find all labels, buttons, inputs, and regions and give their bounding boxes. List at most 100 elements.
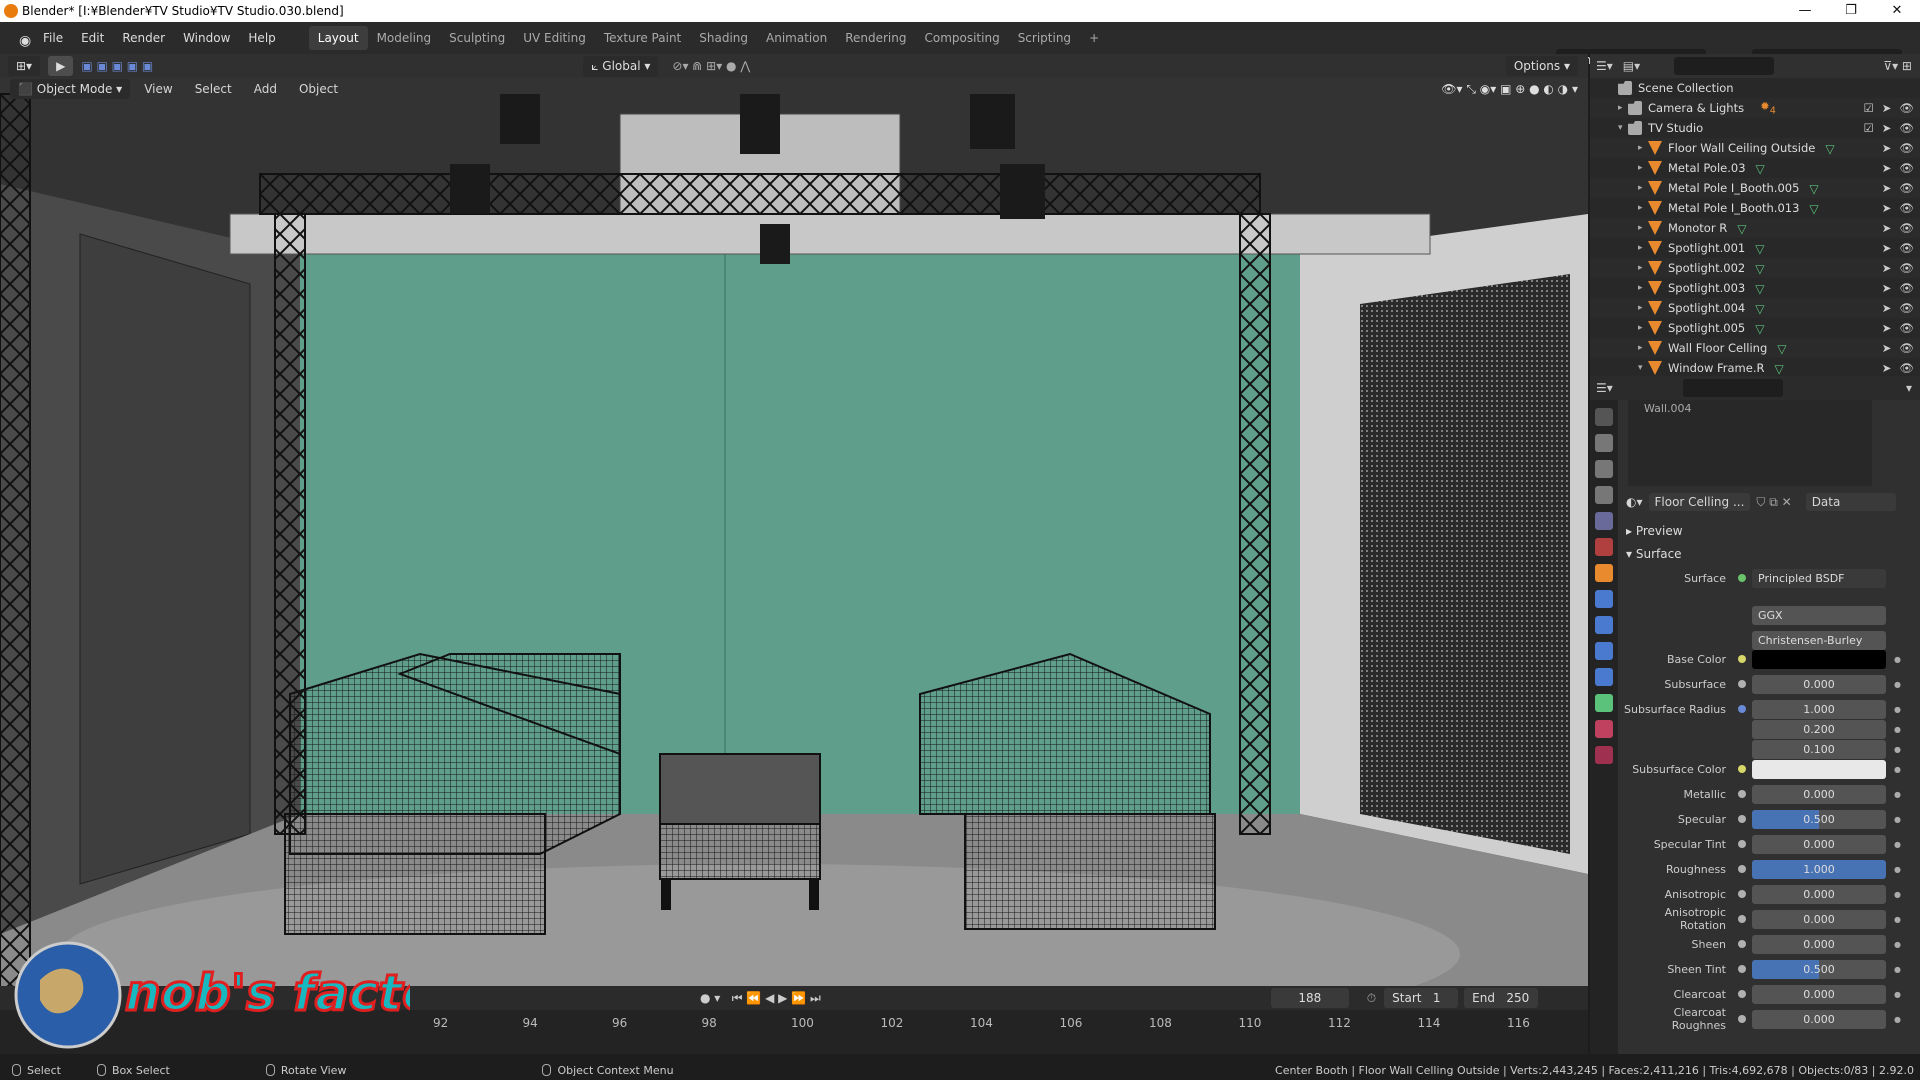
material-slot-item[interactable]: Wall.004 <box>1628 400 1872 417</box>
eye-icon[interactable]: 👁 <box>1899 221 1914 235</box>
eye-icon[interactable]: 👁 <box>1899 341 1914 355</box>
blender-menu-icon[interactable]: ◉ <box>10 29 31 49</box>
constraints-tab-icon[interactable] <box>1595 668 1613 686</box>
material-browse-icon[interactable]: ◐▾ <box>1626 495 1643 509</box>
outliner-row-object[interactable]: ▸ Spotlight.002 ▽ ➤ 👁 <box>1590 258 1920 278</box>
socket-icon[interactable] <box>1738 815 1746 823</box>
eye-icon[interactable]: 👁 <box>1899 141 1914 155</box>
socket-icon[interactable] <box>1738 655 1746 663</box>
socket-icon[interactable] <box>1738 705 1746 713</box>
socket-icon[interactable] <box>1738 890 1746 898</box>
eye-icon[interactable]: 👁 <box>1899 101 1914 115</box>
select-arrow-icon[interactable]: ➤ <box>1882 341 1892 355</box>
keyframe-icon[interactable]: ● <box>1894 725 1901 734</box>
current-frame-field[interactable]: 188 <box>1270 988 1349 1008</box>
options-dropdown[interactable]: Options ▾ <box>1505 56 1578 76</box>
keyframe-icon[interactable]: ● <box>1894 680 1901 689</box>
object-mode-dropdown[interactable]: ⬛ Object Mode ▾ <box>10 79 131 99</box>
value-field[interactable]: 0.000 <box>1752 674 1886 694</box>
outliner-row-object[interactable]: ▸ Spotlight.001 ▽ ➤ 👁 <box>1590 238 1920 258</box>
outliner-row-object[interactable]: ▸ Monotor R ▽ ➤ 👁 <box>1590 218 1920 238</box>
pivot-snap-icons[interactable]: ⊘▾ ⋒ ⊞▾ ● ⋀ <box>672 59 750 73</box>
outliner-row-object[interactable]: ▸ Spotlight.003 ▽ ➤ 👁 <box>1590 278 1920 298</box>
keyframe-icon[interactable]: ● <box>1894 840 1901 849</box>
menu-add[interactable]: Add <box>254 82 277 96</box>
keyframe-icon[interactable]: ● <box>1894 655 1901 664</box>
select-mode-icons[interactable]: ▣ ▣ ▣ ▣ ▣ <box>81 59 153 73</box>
eye-icon[interactable]: 👁 <box>1899 201 1914 215</box>
menu-file[interactable]: File <box>34 27 72 49</box>
tab-scripting[interactable]: Scripting <box>1009 26 1080 50</box>
color-swatch[interactable] <box>1752 649 1886 669</box>
eye-icon[interactable]: 👁 <box>1899 161 1914 175</box>
value-field[interactable]: 0.100 <box>1752 739 1886 759</box>
select-arrow-icon[interactable]: ➤ <box>1882 161 1892 175</box>
select-arrow-icon[interactable]: ➤ <box>1882 181 1892 195</box>
material-slot-list[interactable]: Wall.004 <box>1628 400 1872 486</box>
keyframe-icon[interactable]: ● <box>1894 765 1901 774</box>
value-field[interactable]: 0.000 <box>1752 834 1886 854</box>
keyframe-icon[interactable]: ● <box>1894 705 1901 714</box>
end-frame-field[interactable]: End 250 <box>1464 988 1539 1008</box>
menu-view[interactable]: View <box>144 82 172 96</box>
maximize-button[interactable]: ❐ <box>1828 0 1874 22</box>
playback-controls-icons[interactable]: ● ▾ ⏮ ⏪ ◀ ▶ ⏩ ⏭ <box>700 991 821 1006</box>
surface-shader-field[interactable]: Principled BSDF <box>1752 568 1886 588</box>
surface-section[interactable]: ▾ Surface <box>1626 547 1682 561</box>
keyframe-icon[interactable]: ● <box>1894 790 1901 799</box>
socket-icon[interactable] <box>1738 840 1746 848</box>
select-arrow-icon[interactable]: ➤ <box>1882 121 1892 135</box>
outliner-row-object[interactable]: ▸ Metal Pole I_Booth.005 ▽ ➤ 👁 <box>1590 178 1920 198</box>
tab-sculpting[interactable]: Sculpting <box>440 26 514 50</box>
menu-edit[interactable]: Edit <box>72 27 113 49</box>
eye-icon[interactable]: 👁 <box>1899 301 1914 315</box>
outliner-row-object[interactable]: ▸ Wall Floor Celling ▽ ➤ 👁 <box>1590 338 1920 358</box>
eye-icon[interactable]: 👁 <box>1899 241 1914 255</box>
3d-viewport[interactable] <box>0 54 1588 1054</box>
material-actions-icons[interactable]: ⛉ ⧉ ✕ <box>1756 495 1791 510</box>
outliner-row-tv-studio[interactable]: ▾ TV Studio ☑ ➤ 👁 <box>1590 118 1920 138</box>
properties-editor-icon[interactable]: ☰▾ <box>1596 381 1613 395</box>
subsurface-method-dropdown[interactable]: Christensen-Burley <box>1752 630 1886 650</box>
select-arrow-icon[interactable]: ➤ <box>1882 241 1892 255</box>
select-arrow-icon[interactable]: ➤ <box>1882 261 1892 275</box>
select-arrow-icon[interactable]: ➤ <box>1882 221 1892 235</box>
select-arrow-icon[interactable]: ➤ <box>1882 101 1892 115</box>
keyframe-icon[interactable]: ● <box>1894 890 1901 899</box>
keyframe-icon[interactable]: ● <box>1894 865 1901 874</box>
outliner-editor-icon[interactable]: ☰▾ <box>1596 59 1613 73</box>
physics-tab-icon[interactable] <box>1595 642 1613 660</box>
menu-object[interactable]: Object <box>299 82 338 96</box>
slider-field[interactable]: 0.500 <box>1752 959 1886 979</box>
eye-icon[interactable]: 👁 <box>1899 321 1914 335</box>
socket-icon[interactable] <box>1738 865 1746 873</box>
data-tab-icon[interactable] <box>1595 694 1613 712</box>
select-arrow-icon[interactable]: ➤ <box>1882 321 1892 335</box>
material-name-field[interactable]: Floor Celling ... <box>1648 493 1751 511</box>
socket-icon[interactable] <box>1738 765 1746 773</box>
keyframe-icon[interactable]: ● <box>1894 965 1901 974</box>
value-field[interactable]: 0.000 <box>1752 884 1886 904</box>
transform-orientation-dropdown[interactable]: ⟀ Global ▾ <box>583 55 659 77</box>
texture-tab-icon[interactable] <box>1595 746 1613 764</box>
outliner-row-object[interactable]: ▸ Metal Pole.03 ▽ ➤ 👁 <box>1590 158 1920 178</box>
eye-icon[interactable]: 👁 <box>1899 281 1914 295</box>
select-arrow-icon[interactable]: ➤ <box>1882 281 1892 295</box>
value-field[interactable]: 0.000 <box>1752 984 1886 1004</box>
preview-section[interactable]: ▸ Preview <box>1626 524 1683 538</box>
keyframe-icon[interactable]: ● <box>1894 940 1901 949</box>
scene-tab-icon[interactable] <box>1595 512 1613 530</box>
select-tool-icon[interactable]: ▶ <box>48 56 74 76</box>
menu-help[interactable]: Help <box>239 27 284 49</box>
value-field[interactable]: 0.000 <box>1752 934 1886 954</box>
output-tab-icon[interactable] <box>1595 460 1613 478</box>
eye-icon[interactable]: 👁 <box>1899 261 1914 275</box>
value-field[interactable]: 0.000 <box>1752 1009 1886 1029</box>
select-arrow-icon[interactable]: ➤ <box>1882 361 1892 375</box>
menu-select[interactable]: Select <box>195 82 232 96</box>
add-workspace-button[interactable]: + <box>1080 26 1108 50</box>
render-tab-icon[interactable] <box>1595 434 1613 452</box>
tab-uv-editing[interactable]: UV Editing <box>514 26 595 50</box>
panel-menu-icon[interactable]: ▾ <box>1906 381 1912 395</box>
keyframe-icon[interactable]: ● <box>1894 745 1901 754</box>
